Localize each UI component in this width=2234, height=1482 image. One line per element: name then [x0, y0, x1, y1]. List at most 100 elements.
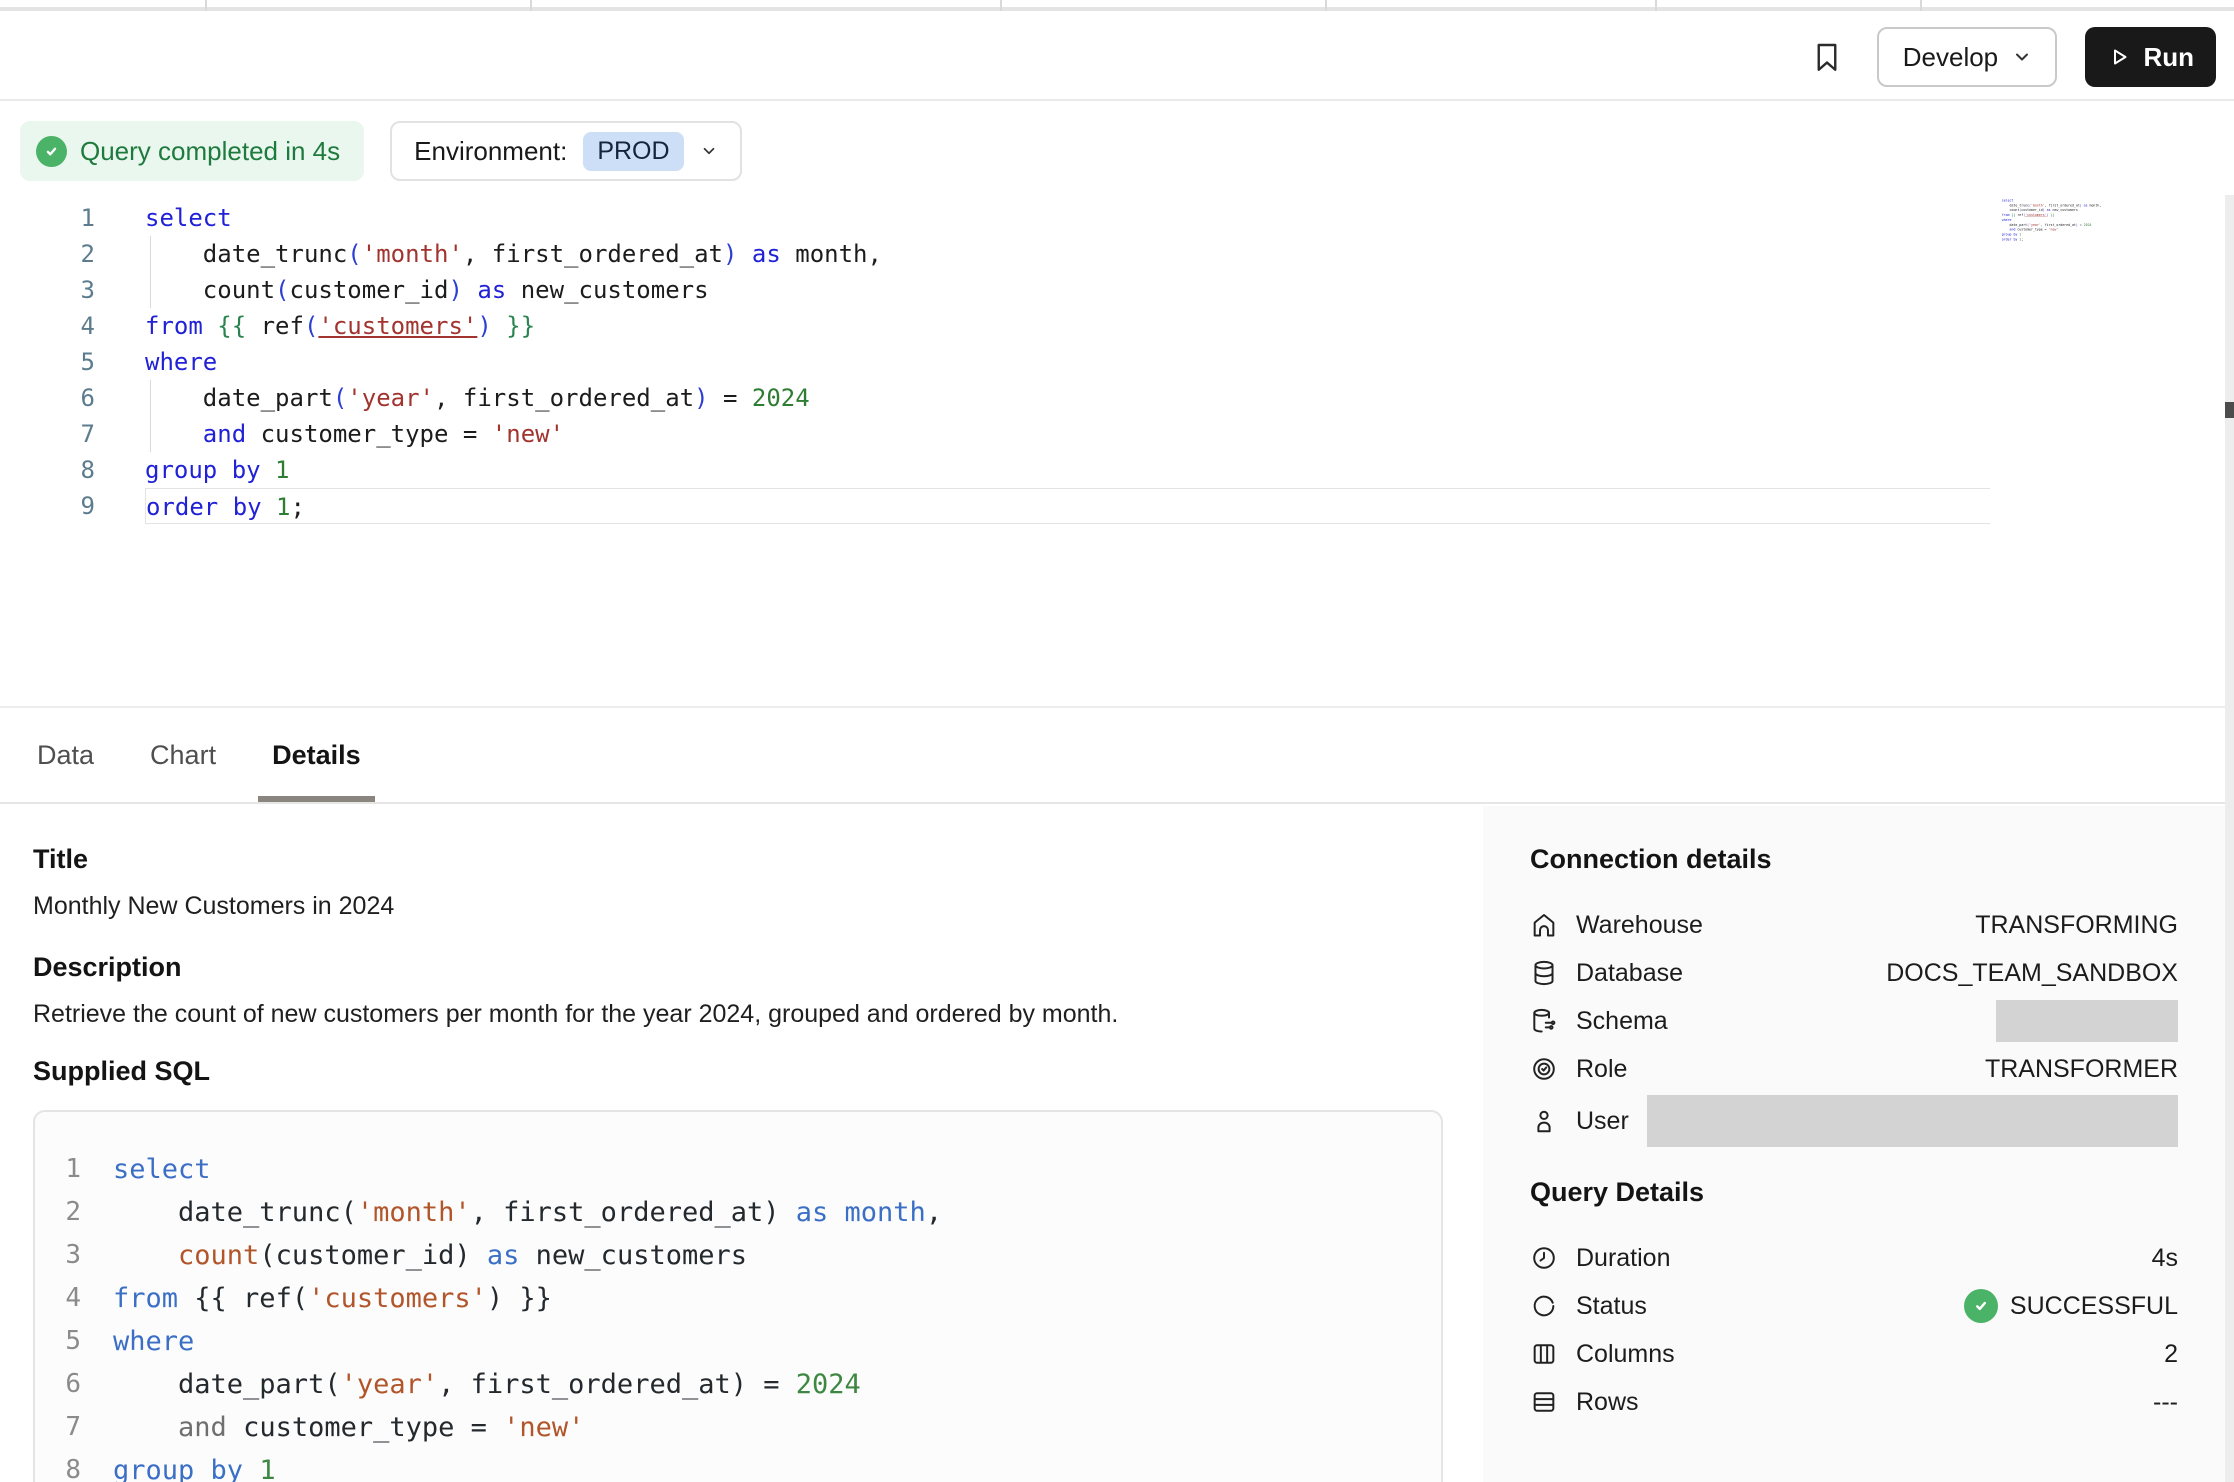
sql-editor[interactable]: 1select2 date_trunc('month', first_order…: [0, 200, 2100, 524]
header-bar: Develop Run: [0, 15, 2234, 101]
rows-icon: [1530, 1388, 1558, 1416]
details-left-panel: Title Monthly New Customers in 2024 Desc…: [0, 806, 1483, 1482]
environment-selector[interactable]: Environment: PROD: [390, 121, 741, 181]
code-line: 2 date_trunc('month', first_ordered_at) …: [0, 236, 2100, 272]
row-label: Duration: [1576, 1244, 1671, 1273]
tab-separator: [1920, 0, 1922, 11]
code-line: 1select: [0, 200, 2100, 236]
line-number: 6: [0, 380, 95, 416]
code-line: 6 date_part('year', first_ordered_at) = …: [35, 1363, 1441, 1406]
row-role: Role TRANSFORMER: [1530, 1045, 2178, 1093]
row-value: ---: [2153, 1388, 2178, 1417]
details-panel: Title Monthly New Customers in 2024 Desc…: [0, 806, 2234, 1482]
play-icon: [2107, 45, 2131, 69]
row-rows: Rows ---: [1530, 1378, 2178, 1426]
develop-label: Develop: [1903, 42, 1998, 73]
tab-details[interactable]: Details: [268, 708, 365, 802]
code-line: 7 and customer_type = 'new': [0, 416, 2100, 452]
success-check-icon: [1964, 1289, 1998, 1323]
status-value: SUCCESSFUL: [1964, 1289, 2178, 1323]
code-line: 8group by 1: [35, 1449, 1441, 1482]
row-value: 2: [2164, 1340, 2178, 1369]
tab-separator: [205, 0, 207, 11]
code-line: 6 date_part('year', first_ordered_at) = …: [0, 380, 2100, 416]
line-number: 2: [0, 236, 95, 272]
role-icon: [1530, 1055, 1558, 1083]
line-number: 4: [35, 1277, 81, 1320]
warehouse-icon: [1530, 911, 1558, 939]
row-label: Schema: [1576, 1007, 1668, 1036]
code-line: 8group by 1: [0, 452, 2100, 488]
top-tab-strip: [0, 0, 2234, 11]
code-line: 5where: [35, 1320, 1441, 1363]
row-value: DOCS_TEAM_SANDBOX: [1886, 959, 2178, 988]
code-line: 2 date_trunc('month', first_ordered_at) …: [35, 1191, 1441, 1234]
row-label: User: [1576, 1107, 1629, 1136]
row-columns: Columns 2: [1530, 1330, 2178, 1378]
tab-chart[interactable]: Chart: [146, 708, 220, 802]
query-status-row: Query completed in 4s Environment: PROD: [20, 121, 742, 181]
line-number: 5: [0, 344, 95, 380]
row-label: Status: [1576, 1292, 1647, 1321]
chevron-down-icon: [2012, 47, 2032, 67]
code-line: 5where: [0, 344, 2100, 380]
row-warehouse: Warehouse TRANSFORMING: [1530, 901, 2178, 949]
environment-label: Environment:: [414, 136, 567, 167]
line-number: 8: [35, 1449, 81, 1482]
code-line: 4from {{ ref('customers') }}: [35, 1277, 1441, 1320]
line-number: 2: [35, 1191, 81, 1234]
schema-redacted-value: [1996, 1000, 2178, 1042]
code-line: 9order by 1;: [0, 488, 2100, 524]
description-value: Retrieve the count of new customers per …: [33, 1000, 1118, 1029]
line-number: 3: [0, 272, 95, 308]
app-window: Develop Run Query completed in 4s Enviro…: [0, 0, 2234, 1482]
row-status: Status SUCCESSFUL: [1530, 1282, 2178, 1330]
environment-value-chip: PROD: [583, 132, 683, 171]
run-button[interactable]: Run: [2085, 27, 2216, 87]
connection-details-panel: Connection details Warehouse TRANSFORMIN…: [1483, 806, 2234, 1482]
row-label: Rows: [1576, 1388, 1639, 1417]
row-value: TRANSFORMER: [1985, 1055, 2178, 1084]
develop-button[interactable]: Develop: [1877, 27, 2057, 87]
run-label: Run: [2143, 42, 2194, 73]
bookmark-button[interactable]: [1805, 35, 1849, 79]
results-tab-bar: Data Chart Details: [0, 706, 2234, 804]
loader-icon: [1530, 1292, 1558, 1320]
row-duration: Duration 4s: [1530, 1234, 2178, 1282]
line-number: 8: [0, 452, 95, 488]
row-label: Database: [1576, 959, 1683, 988]
code-line: 7 and customer_type = 'new': [35, 1406, 1441, 1449]
supplied-sql-heading: Supplied SQL: [33, 1056, 210, 1087]
line-number: 3: [35, 1234, 81, 1277]
editor-minimap[interactable]: select date_trunc('month', first_ordered…: [1995, 198, 2101, 248]
line-number: 1: [35, 1148, 81, 1191]
row-label: Role: [1576, 1055, 1627, 1084]
minimap-code: select date_trunc('month', first_ordered…: [1995, 198, 2101, 242]
user-redacted-value: [1647, 1095, 2178, 1147]
line-number: 7: [35, 1406, 81, 1449]
database-icon: [1530, 959, 1558, 987]
line-number: 9: [0, 488, 95, 524]
code-line: 1select: [35, 1148, 1441, 1191]
row-user: User: [1530, 1093, 2178, 1149]
tab-separator: [1325, 0, 1327, 11]
row-label: Columns: [1576, 1340, 1675, 1369]
scrollbar-thumb[interactable]: [2225, 402, 2234, 418]
code-line: 4from {{ ref('customers') }}: [0, 308, 2100, 344]
row-value: TRANSFORMING: [1975, 911, 2178, 940]
clock-icon: [1530, 1244, 1558, 1272]
line-number: 5: [35, 1320, 81, 1363]
tab-separator: [1655, 0, 1657, 11]
row-label: Warehouse: [1576, 911, 1703, 940]
row-database: Database DOCS_TEAM_SANDBOX: [1530, 949, 2178, 997]
user-icon: [1530, 1107, 1558, 1135]
row-schema: Schema: [1530, 997, 2178, 1045]
tab-separator: [1000, 0, 1002, 11]
chevron-down-icon: [700, 142, 718, 160]
page-scrollbar[interactable]: [2225, 195, 2234, 1482]
code-line: 3 count(customer_id) as new_customers: [35, 1234, 1441, 1277]
tab-data[interactable]: Data: [33, 708, 98, 802]
bookmark-icon: [1809, 39, 1845, 75]
line-number: 4: [0, 308, 95, 344]
line-number: 7: [0, 416, 95, 452]
